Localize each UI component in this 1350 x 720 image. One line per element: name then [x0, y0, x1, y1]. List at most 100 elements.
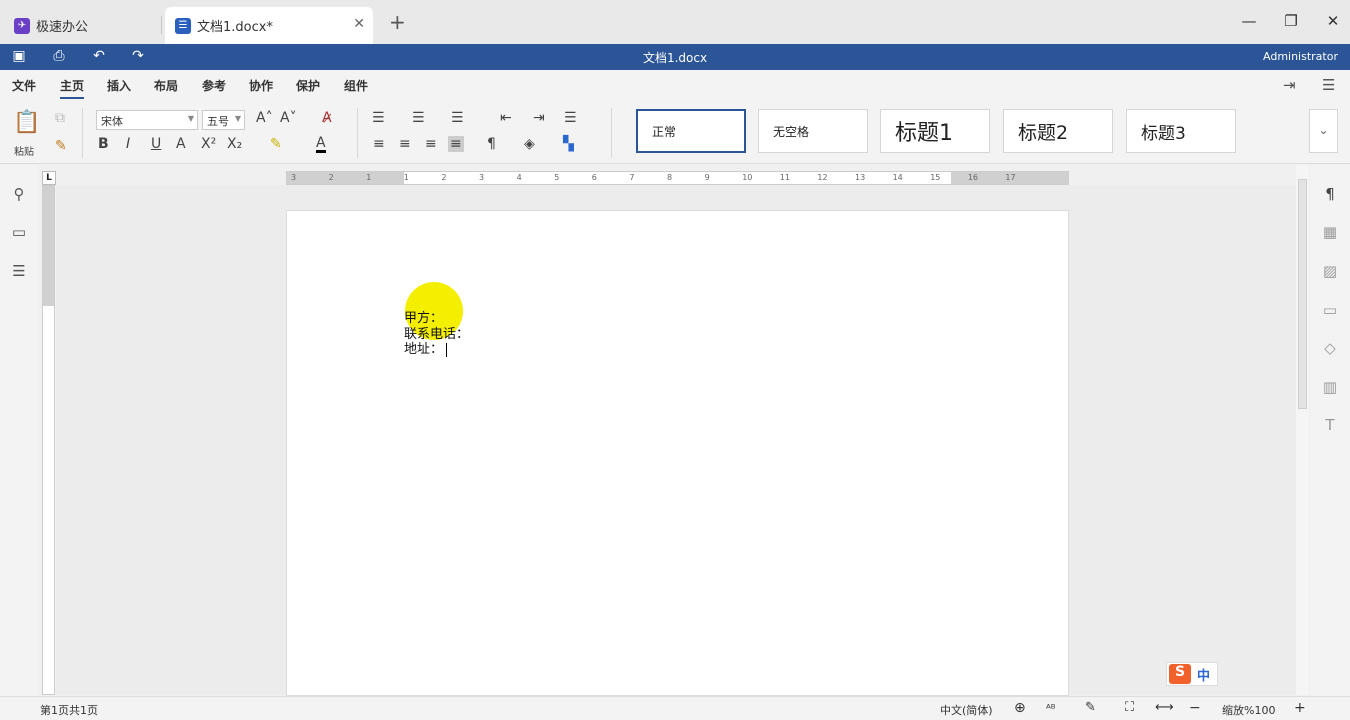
- right-sidebar: ¶ ▦ ▨ ▭ ◇ ▥ T: [1310, 165, 1350, 696]
- style-heading-1[interactable]: 标题1: [880, 109, 990, 153]
- restore-icon[interactable]: ❐: [1281, 12, 1301, 30]
- ruler-tick-label: 5: [554, 173, 560, 182]
- comments-icon[interactable]: ▭: [10, 223, 28, 241]
- minimize-icon[interactable]: —: [1239, 12, 1259, 30]
- paragraph-mark-icon[interactable]: ¶: [487, 136, 496, 152]
- globe-icon[interactable]: ⊕: [1014, 700, 1026, 716]
- document-line-address[interactable]: 地址：: [404, 338, 448, 357]
- ribbon-separator: [82, 108, 83, 158]
- menu-collaborate[interactable]: 协作: [249, 77, 273, 94]
- spellcheck-icon[interactable]: ᴬᴮ: [1046, 702, 1056, 715]
- ruler-tick-label: 15: [930, 173, 941, 182]
- ruler-margin-left: [287, 172, 404, 184]
- shape-settings-icon[interactable]: ◇: [1321, 339, 1339, 357]
- underline-icon[interactable]: U: [151, 136, 161, 152]
- decrease-font-icon[interactable]: A˅: [280, 110, 297, 126]
- bold-icon[interactable]: B: [98, 136, 109, 152]
- paragraph-settings-icon[interactable]: ¶: [1321, 185, 1339, 203]
- tab-separator: [161, 16, 162, 34]
- styles-expand-icon[interactable]: ⌄: [1309, 109, 1338, 153]
- numbered-list-icon[interactable]: ☰: [412, 110, 425, 126]
- left-sidebar: ⚲ ▭ ☰: [0, 165, 38, 696]
- format-painter-icon[interactable]: ✎: [55, 138, 67, 154]
- increase-indent-icon[interactable]: ⇥: [533, 110, 545, 126]
- ruler-margin-top: [43, 186, 54, 306]
- align-right-icon[interactable]: ≡: [425, 136, 437, 152]
- multilevel-list-icon[interactable]: ☰: [451, 110, 464, 126]
- menu-layout[interactable]: 布局: [154, 77, 178, 94]
- shading-icon[interactable]: ◈: [524, 136, 535, 152]
- open-location-icon[interactable]: ⇥: [1283, 76, 1296, 94]
- menu-components[interactable]: 组件: [344, 77, 368, 94]
- increase-font-icon[interactable]: A˄: [256, 110, 273, 126]
- clear-format-icon[interactable]: A̷: [322, 110, 332, 126]
- tab-document[interactable]: ☰ 文档1.docx* ✕: [165, 7, 373, 44]
- ribbon-separator: [611, 108, 612, 158]
- font-size-select[interactable]: 五号 ▼: [202, 110, 245, 130]
- copy-icon[interactable]: ⧉: [55, 110, 65, 126]
- fit-width-icon[interactable]: ⟷: [1155, 700, 1174, 715]
- italic-icon[interactable]: I: [126, 136, 130, 152]
- language-selector[interactable]: 中文(简体): [940, 702, 993, 718]
- vertical-scrollbar[interactable]: [1296, 165, 1309, 695]
- font-color-icon[interactable]: A: [316, 136, 326, 153]
- navigation-icon[interactable]: ☰: [10, 262, 28, 280]
- document-page[interactable]: 甲方： 联系电话： 地址：: [286, 210, 1069, 696]
- highlight-color-icon[interactable]: ✎: [270, 136, 282, 152]
- ruler-tick-label: 6: [591, 173, 597, 182]
- title-bar: ▣ ⎙ ↶ ↷ 文档1.docx Administrator: [0, 44, 1350, 70]
- close-tab-icon[interactable]: ✕: [353, 16, 365, 32]
- tab-bar: ✈ 极速办公 ☰ 文档1.docx* ✕ + — ❐ ✕: [0, 0, 1350, 44]
- fit-page-icon[interactable]: ⛶: [1125, 700, 1134, 715]
- image-settings-icon[interactable]: ▨: [1321, 262, 1339, 280]
- style-heading-3[interactable]: 标题3: [1126, 109, 1236, 153]
- subscript-icon[interactable]: X₂: [227, 136, 242, 152]
- style-no-spacing[interactable]: 无空格: [758, 109, 868, 153]
- menu-insert[interactable]: 插入: [107, 77, 131, 94]
- paste-icon[interactable]: 📋: [12, 110, 42, 135]
- strikethrough-icon[interactable]: A: [176, 136, 186, 152]
- header-footer-icon[interactable]: ▭: [1321, 301, 1339, 319]
- input-method-indicator[interactable]: S 中: [1166, 662, 1218, 686]
- superscript-icon[interactable]: X²: [201, 136, 216, 152]
- vertical-ruler[interactable]: [42, 185, 55, 695]
- ruler-tick-label: 13: [855, 173, 866, 182]
- zoom-in-icon[interactable]: +: [1294, 700, 1306, 716]
- decrease-indent-icon[interactable]: ⇤: [500, 110, 512, 126]
- new-tab-button[interactable]: +: [389, 10, 406, 34]
- chart-settings-icon[interactable]: ▥: [1321, 378, 1339, 396]
- menu-home[interactable]: 主页: [60, 77, 85, 99]
- ruler-tick-label: 7: [629, 173, 635, 182]
- align-center-icon[interactable]: ≡: [399, 136, 411, 152]
- status-bar: 第1页共1页 中文(简体) ⊕ ᴬᴮ ✎ ⛶ ⟷ − 缩放%100 +: [0, 696, 1350, 720]
- table-settings-icon[interactable]: ▦: [1321, 223, 1339, 241]
- line-spacing-icon[interactable]: ☰: [564, 110, 577, 126]
- text-art-icon[interactable]: T: [1321, 416, 1339, 434]
- font-size-value: 五号: [207, 115, 229, 128]
- zoom-out-icon[interactable]: −: [1189, 700, 1201, 716]
- horizontal-ruler[interactable]: 3 2 1 1 2 3 4 5 6 7 8 9 10 11 12 13 14 15 16 17: [286, 171, 1069, 185]
- tab-stop-selector[interactable]: L: [42, 171, 56, 185]
- font-name-select[interactable]: 宋体 ▼: [96, 110, 198, 130]
- align-left-icon[interactable]: ≡: [373, 136, 385, 152]
- style-heading-2[interactable]: 标题2: [1003, 109, 1113, 153]
- style-normal[interactable]: 正常: [636, 109, 746, 153]
- hamburger-menu-icon[interactable]: ☰: [1322, 76, 1335, 94]
- track-changes-icon[interactable]: ✎: [1085, 700, 1096, 715]
- ruler-tick-label: 12: [817, 173, 828, 182]
- sogou-icon: S: [1169, 664, 1191, 684]
- justify-icon[interactable]: ≡: [448, 136, 464, 152]
- bullet-list-icon[interactable]: ☰: [372, 110, 385, 126]
- ruler-tick-label: 11: [779, 173, 790, 182]
- borders-icon[interactable]: ▚: [563, 136, 574, 152]
- ruler-tick-label: 2: [441, 173, 447, 182]
- paste-label[interactable]: 粘贴: [14, 143, 34, 158]
- tab-home[interactable]: ✈ 极速办公: [4, 7, 160, 44]
- menu-file[interactable]: 文件: [12, 77, 36, 94]
- scrollbar-thumb[interactable]: [1298, 179, 1307, 409]
- menu-references[interactable]: 参考: [202, 77, 226, 94]
- user-name[interactable]: Administrator: [1263, 50, 1338, 63]
- menu-protect[interactable]: 保护: [296, 77, 320, 94]
- search-icon[interactable]: ⚲: [10, 185, 28, 203]
- close-window-icon[interactable]: ✕: [1323, 12, 1343, 30]
